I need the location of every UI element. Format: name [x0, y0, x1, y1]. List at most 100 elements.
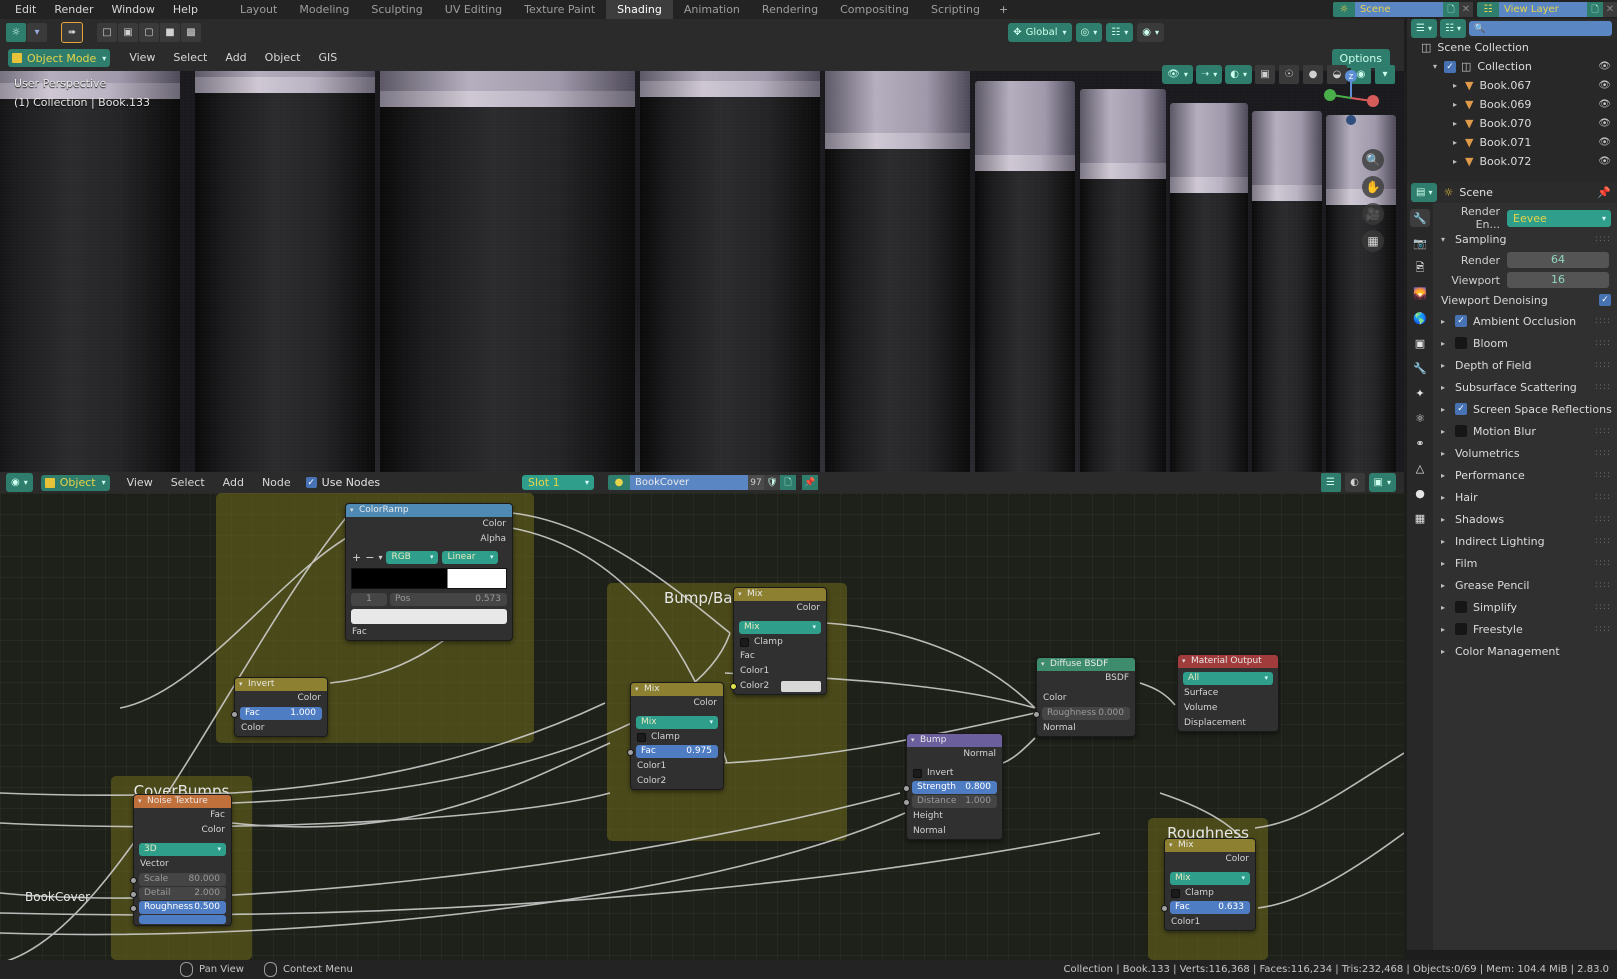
disclosure-triangle-icon[interactable]: ▸ — [1441, 449, 1449, 458]
section-performance[interactable]: ▸ Performance :::: — [1433, 464, 1617, 486]
disclosure-triangle-icon[interactable]: ▾ — [1433, 62, 1441, 71]
pin-icon[interactable]: 📌 — [1597, 186, 1611, 199]
tab-texture-properties[interactable]: ▦ — [1410, 509, 1430, 527]
disclosure-triangle-icon[interactable]: ▸ — [1441, 317, 1449, 326]
mix-clamp-toggle[interactable]: Clamp — [734, 635, 826, 649]
socket-roughness-in[interactable] — [130, 905, 137, 912]
node-header[interactable]: Mix — [734, 588, 826, 601]
disclosure-triangle-icon[interactable]: ▾ — [1441, 235, 1449, 244]
shading-wireframe-icon[interactable]: ☉ — [1279, 65, 1299, 84]
outliner-item-book-070[interactable]: ▸ ▼ Book.070 👁 — [1407, 114, 1617, 133]
gizmo-dropdown[interactable]: ➝ ▾ — [1195, 65, 1223, 84]
sampling-viewport-field[interactable]: 16 — [1507, 272, 1609, 288]
tab-uv-editing[interactable]: UV Editing — [434, 0, 513, 19]
disclosure-triangle-icon[interactable]: ▸ — [1453, 157, 1461, 166]
unlink-scene-button[interactable]: ✕ — [1459, 2, 1473, 17]
disclosure-triangle-icon[interactable]: ▸ — [1441, 361, 1449, 370]
shader-menu-view[interactable]: View — [118, 472, 162, 493]
outliner-editor-type-icon[interactable]: ☰ ▾ — [1411, 19, 1437, 38]
shading-solid-icon[interactable]: ● — [1303, 65, 1323, 84]
section-volumetrics[interactable]: ▸ Volumetrics :::: — [1433, 442, 1617, 464]
bump-invert-toggle[interactable]: Invert — [907, 766, 1002, 780]
outliner-collection[interactable]: ▾ ✓ ◫ Collection 👁 — [1407, 57, 1617, 76]
menu-render[interactable]: Render — [45, 0, 102, 19]
noise-scale-field[interactable]: Scale 80.000 — [130, 873, 226, 886]
use-nodes-checkbox[interactable]: ✓ — [305, 477, 317, 488]
noise-detail-field[interactable]: Detail 2.000 — [130, 887, 226, 900]
noise-roughness-field[interactable]: Roughness 0.500 — [130, 901, 226, 914]
node-colorramp[interactable]: ColorRamp Color Alpha + − ▾ RGB Linear 1… — [345, 503, 513, 641]
tab-output-properties[interactable]: 📷 — [1410, 234, 1430, 252]
colorramp-stop-position[interactable]: Pos 0.573 — [390, 593, 507, 606]
shader-type-dropdown[interactable]: Object ▾ — [40, 474, 110, 491]
visibility-eye-icon[interactable]: 👁 — [1598, 118, 1611, 129]
tab-compositing[interactable]: Compositing — [829, 0, 920, 19]
section-motion-blur[interactable]: ▸ Motion Blur :::: — [1433, 420, 1617, 442]
disclosure-triangle-icon[interactable]: ▸ — [1441, 647, 1449, 656]
tab-rendering[interactable]: Rendering — [751, 0, 829, 19]
outliner-scene-collection[interactable]: ◫ Scene Collection — [1407, 38, 1617, 57]
colorramp-stop-index[interactable]: 1 — [351, 593, 387, 606]
noise-distortion-field[interactable] — [139, 915, 226, 924]
socket-detail-in[interactable] — [130, 891, 137, 898]
view-layer-name-field[interactable]: View Layer — [1499, 2, 1587, 17]
view-layer-selector[interactable]: ☷ View Layer 🗋 ✕ — [1477, 2, 1617, 17]
section-hair[interactable]: ▸ Hair :::: — [1433, 486, 1617, 508]
output-target-dropdown[interactable]: All — [1183, 672, 1273, 685]
snap-node-icon[interactable]: ☰ — [1320, 473, 1341, 492]
select-invert-icon[interactable]: ■ — [160, 22, 180, 42]
mix-blend-mode-dropdown[interactable]: Mix — [636, 716, 718, 729]
disclosure-triangle-icon[interactable]: ▸ — [1441, 581, 1449, 590]
menu-window[interactable]: Window — [102, 0, 163, 19]
socket-fac-in[interactable] — [627, 749, 634, 756]
node-canvas[interactable]: Bump/Bands Mix CoverBumps Roughness ▾ Co… — [0, 493, 1404, 960]
tab-physics-properties[interactable]: ⚛ — [1410, 409, 1430, 427]
object-mode-dropdown[interactable]: Object Mode ▾ — [8, 49, 111, 67]
material-users-count[interactable]: 97 — [748, 475, 764, 490]
material-name-field[interactable]: BookCover — [630, 475, 748, 490]
node-invert[interactable]: Invert Color Fac 1.000 Color — [231, 677, 328, 737]
section-color-management[interactable]: ▸ Color Management — [1433, 640, 1617, 662]
tab-modeling[interactable]: Modeling — [288, 0, 360, 19]
disclosure-triangle-icon[interactable]: ▸ — [1441, 405, 1449, 414]
tab-texture-paint[interactable]: Texture Paint — [513, 0, 606, 19]
select-extend-icon[interactable]: ▣ — [118, 22, 138, 42]
tab-scene-properties[interactable]: 🌄 — [1410, 284, 1430, 302]
section-sampling[interactable]: ▾ Sampling :::: — [1433, 228, 1617, 250]
select-intersect-icon[interactable]: ▩ — [181, 22, 201, 42]
outliner-item-book-071[interactable]: ▸ ▼ Book.071 👁 — [1407, 133, 1617, 152]
shader-menu-node[interactable]: Node — [253, 472, 300, 493]
node-diffuse-bsdf[interactable]: Diffuse BSDF BSDF Color Roughness 0.000 … — [1033, 657, 1136, 737]
tab-constraint-properties[interactable]: ⚭ — [1410, 434, 1430, 452]
node-mix-bottom[interactable]: Mix Color Mix Clamp Fac 0.975 Color1 Col… — [627, 682, 724, 790]
visibility-eye-icon[interactable]: 👁 — [1598, 99, 1611, 110]
shader-menu-add[interactable]: Add — [214, 472, 253, 493]
scene-selector[interactable]: ☼ Scene 🗋 ✕ — [1333, 2, 1473, 17]
screen-space-reflections-checkbox[interactable]: ✓ — [1455, 403, 1467, 415]
freestyle-checkbox[interactable] — [1455, 623, 1467, 635]
disclosure-triangle-icon[interactable]: ▸ — [1441, 625, 1449, 634]
viewport-3d[interactable]: ☼ ▾ ➠ □ ▣ ▢ ■ ▩ ✥ Global ▾ ◎ ▾ ☷ ▾ ◉ ▾ O… — [0, 19, 1404, 472]
disclosure-triangle-icon[interactable]: ▸ — [1441, 471, 1449, 480]
tab-layout[interactable]: Layout — [229, 0, 288, 19]
menu-edit[interactable]: Edit — [6, 0, 45, 19]
ambient-occlusion-checkbox[interactable]: ✓ — [1455, 315, 1467, 327]
xray-toggle-icon[interactable]: ▣ — [1255, 65, 1275, 84]
section-shadows[interactable]: ▸ Shadows :::: — [1433, 508, 1617, 530]
outliner-item-book-069[interactable]: ▸ ▼ Book.069 👁 — [1407, 95, 1617, 114]
socket-strength-in[interactable] — [903, 785, 910, 792]
node-header[interactable]: Diffuse BSDF — [1037, 658, 1135, 671]
tab-particle-properties[interactable]: ✦ — [1410, 384, 1430, 402]
collection-enable-checkbox[interactable]: ✓ — [1444, 60, 1456, 73]
use-nodes-toggle[interactable]: ✓ Use Nodes — [305, 476, 380, 489]
mix-fac-field[interactable]: Fac 0.633 — [1161, 901, 1250, 914]
invert-fac-field[interactable]: Fac 1.000 — [231, 707, 322, 720]
pan-hand-icon[interactable]: ✋ — [1362, 176, 1384, 198]
section-subsurface-scattering[interactable]: ▸ Subsurface Scattering :::: — [1433, 376, 1617, 398]
viewport-menu-add[interactable]: Add — [216, 45, 255, 71]
node-bump[interactable]: Bump Normal Invert Strength 0.800 Distan… — [903, 733, 1003, 840]
section-simplify[interactable]: ▸ Simplify :::: — [1433, 596, 1617, 618]
outliner[interactable]: ☰ ▾ ☷ ▾ 🔍 ◫ Scene Collection ▾ ✓ ◫ Collect… — [1407, 19, 1617, 182]
new-material-button[interactable]: 🗋 — [780, 475, 796, 490]
editor-type-dropdown[interactable]: ◉ ▾ — [6, 473, 33, 492]
